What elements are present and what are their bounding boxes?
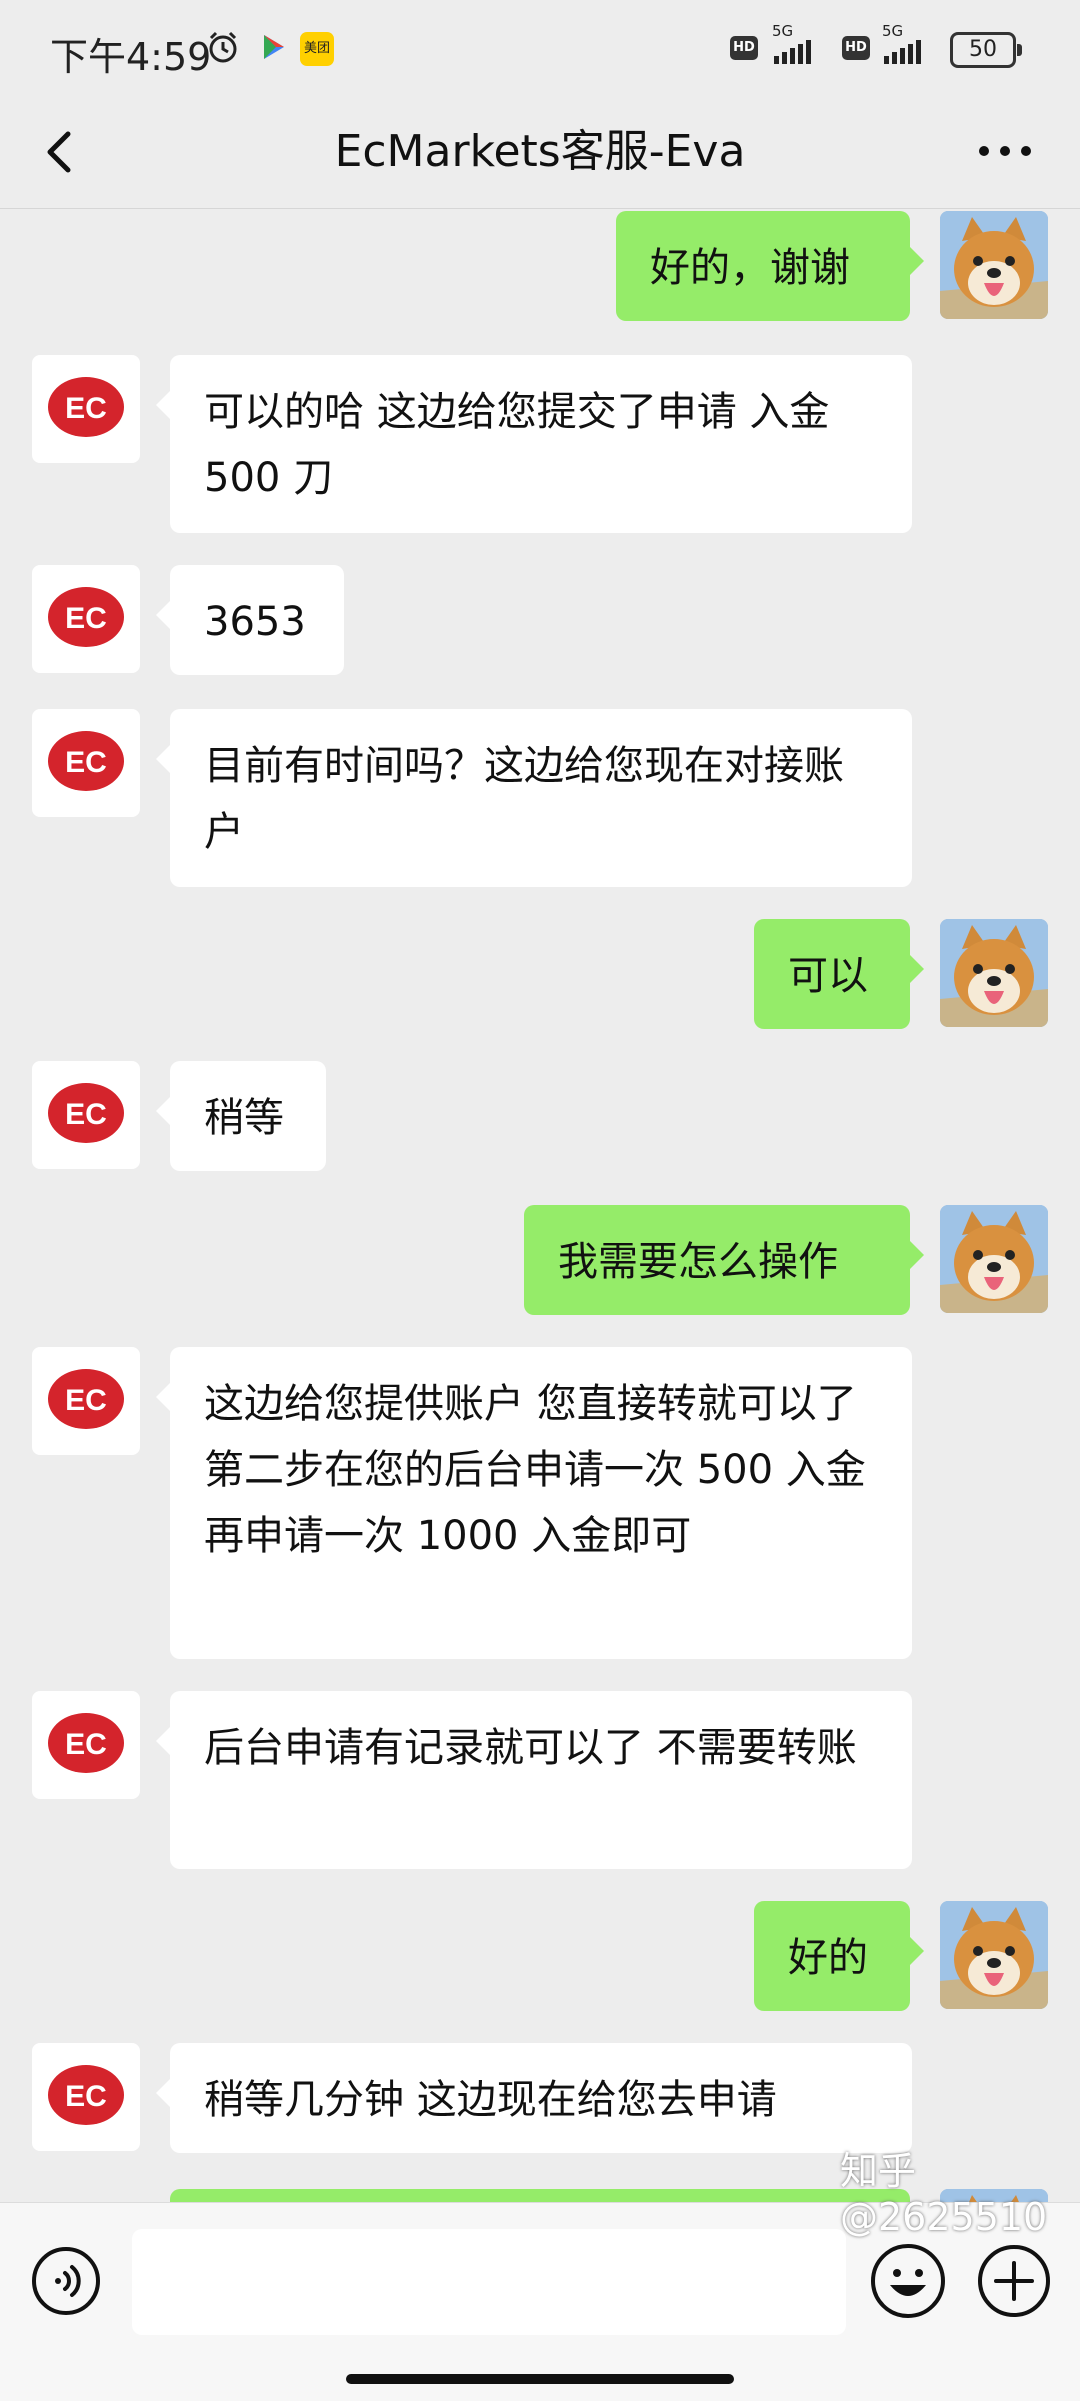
agent-avatar[interactable]: EC xyxy=(32,709,140,817)
plus-icon[interactable] xyxy=(976,2243,1052,2319)
message-bubble-outgoing[interactable]: 好的 xyxy=(754,1901,924,2011)
status-bar: 下午4:59 美团 HD 5G HD 5G 50 xyxy=(0,0,1080,96)
svg-text:EC: EC xyxy=(65,746,107,779)
message-text: 3653 xyxy=(204,599,306,645)
battery-icon: 50 xyxy=(950,32,1022,68)
message-text: 目前有时间吗？这边给您现在对接账户 xyxy=(204,743,844,855)
chat-header: EcMarkets客服-Eva xyxy=(0,96,1080,209)
message-text: 好的 xyxy=(788,1935,868,1981)
hd-badge-1: HD xyxy=(730,36,758,60)
agent-avatar[interactable]: EC xyxy=(32,355,140,463)
status-time: 下午4:59 xyxy=(50,35,212,79)
meituan-icon: 美团 xyxy=(300,32,334,66)
watermark: 知乎 @2625510 xyxy=(840,2149,1048,2239)
message-bubble-incoming[interactable]: 目前有时间吗？这边给您现在对接账户 xyxy=(156,709,912,887)
network-label-2: 5G xyxy=(882,22,904,40)
message-text: 好的，谢谢 xyxy=(650,245,850,291)
home-indicator[interactable] xyxy=(346,2374,734,2384)
message-bubble-outgoing-partial[interactable] xyxy=(170,2189,910,2202)
message-text: 可以的哈 这边给您提交了申请 入金 500 刀 xyxy=(204,389,830,501)
message-bubble-incoming[interactable]: 这边给您提供账户 您直接转就可以了 第二步在您的后台申请一次 500 入金 再申… xyxy=(156,1347,912,1659)
svg-text:EC: EC xyxy=(65,392,107,425)
message-bubble-outgoing[interactable]: 可以 xyxy=(754,919,924,1029)
message-text: 可以 xyxy=(788,953,868,999)
signal-icon xyxy=(884,40,921,64)
user-avatar[interactable] xyxy=(940,919,1048,1027)
message-text: 后台申请有记录就可以了 不需要转账 xyxy=(204,1725,857,1771)
chevron-left-icon[interactable] xyxy=(30,120,90,184)
message-text: 稍等 xyxy=(204,1095,284,1141)
message-text: 我需要怎么操作 xyxy=(558,1239,838,1285)
user-avatar[interactable] xyxy=(940,211,1048,319)
message-bubble-incoming[interactable]: 稍等几分钟 这边现在给您去申请 xyxy=(156,2043,912,2153)
message-bubble-incoming[interactable]: 可以的哈 这边给您提交了申请 入金 500 刀 xyxy=(156,355,912,533)
message-bubble-outgoing[interactable]: 我需要怎么操作 xyxy=(524,1205,924,1315)
svg-text:EC: EC xyxy=(65,1728,107,1761)
message-text: 稍等几分钟 这边现在给您去申请 xyxy=(204,2077,777,2123)
hd-badge-2: HD xyxy=(842,36,870,60)
message-input[interactable] xyxy=(132,2229,846,2335)
message-text: 这边给您提供账户 您直接转就可以了 第二步在您的后台申请一次 500 入金 再申… xyxy=(204,1381,866,1559)
agent-avatar[interactable]: EC xyxy=(32,1691,140,1799)
signal-icon xyxy=(774,40,811,64)
play-store-icon xyxy=(264,35,284,59)
voice-icon[interactable] xyxy=(30,2245,102,2317)
network-label-1: 5G xyxy=(772,22,794,40)
message-list[interactable]: 好的，谢谢 EC 可以的哈 这边给您提交了申请 入金 500 刀 EC 3653… xyxy=(0,209,1080,2202)
alarm-icon xyxy=(209,31,237,63)
agent-avatar[interactable]: EC xyxy=(32,2043,140,2151)
agent-avatar[interactable]: EC xyxy=(32,1347,140,1455)
message-bubble-incoming[interactable]: 3653 xyxy=(156,565,344,675)
more-dots-icon[interactable] xyxy=(970,126,1040,176)
message-bubble-incoming[interactable]: 稍等 xyxy=(156,1061,326,1171)
agent-avatar[interactable]: EC xyxy=(32,1061,140,1169)
agent-avatar[interactable]: EC xyxy=(32,565,140,673)
message-bubble-incoming[interactable]: 后台申请有记录就可以了 不需要转账 xyxy=(156,1691,912,1869)
svg-text:EC: EC xyxy=(65,1384,107,1417)
message-bubble-outgoing[interactable]: 好的，谢谢 xyxy=(616,211,924,321)
svg-text:EC: EC xyxy=(65,602,107,635)
svg-text:EC: EC xyxy=(65,2080,107,2113)
svg-text:EC: EC xyxy=(65,1098,107,1131)
user-avatar[interactable] xyxy=(940,1901,1048,2009)
user-avatar[interactable] xyxy=(940,1205,1048,1313)
chat-title: EcMarkets客服-Eva xyxy=(334,126,746,177)
emoji-icon[interactable] xyxy=(868,2241,948,2321)
